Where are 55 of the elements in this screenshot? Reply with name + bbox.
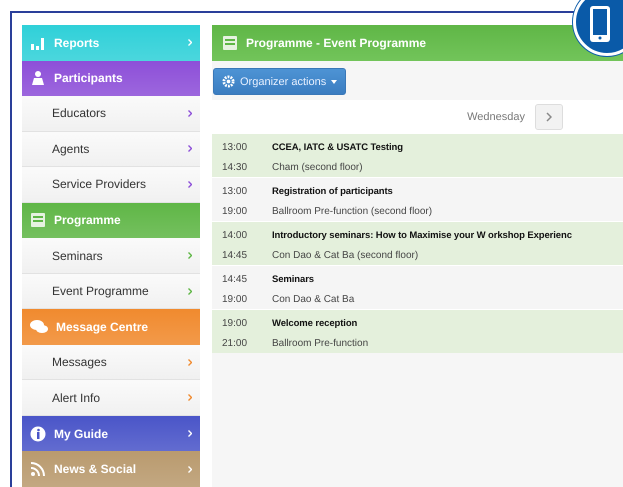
end-time: 21:00 — [222, 338, 248, 350]
event-row[interactable]: 13:00 CCEA, IATC & USATC Testing 14:30 Cham (second floor) — [212, 133, 623, 177]
sidebar-section[interactable]: My Guide — [22, 416, 200, 452]
event-title: CCEA, IATC & USATC Testing — [272, 142, 404, 153]
start-time: 19:00 — [222, 318, 248, 329]
event-title: Welcome reception — [272, 318, 358, 329]
gear-icon — [222, 75, 235, 88]
sidebar-item[interactable]: Seminars — [22, 238, 200, 274]
caret-icon — [331, 80, 338, 84]
chevron-icon — [188, 110, 192, 117]
day-label: Wednesday — [467, 110, 525, 122]
sidebar-item[interactable]: Alert Info — [22, 380, 200, 416]
info-icon — [30, 426, 46, 442]
sidebar-item[interactable]: Educators — [22, 96, 200, 132]
chevron-icon — [188, 288, 192, 295]
sidebar-item[interactable]: Agents — [22, 132, 200, 168]
sidebar-item[interactable]: Service Providers — [22, 167, 200, 203]
sidebar-section[interactable]: Participants — [22, 60, 200, 96]
chevron-icon — [188, 466, 192, 473]
sidebar-item[interactable]: Event Programme — [22, 274, 200, 310]
event-title: Registration of participants — [272, 186, 394, 197]
event-location: Con Dao & Cat Ba (second floor) — [272, 250, 420, 262]
person-icon — [30, 70, 46, 86]
chevron-icon — [188, 145, 192, 152]
event-location: Ballroom Pre-function (second floor) — [272, 206, 434, 218]
chevron-icon — [546, 112, 552, 122]
list-icon — [30, 212, 46, 228]
chevron-icon — [188, 252, 192, 259]
list-icon — [222, 35, 238, 51]
event-row[interactable]: 19:00 Welcome reception 21:00 Ballroom Pre-function — [212, 309, 623, 353]
event-location: Cham (second floor) — [272, 162, 364, 174]
event-location: Ballroom Pre-function — [272, 338, 370, 350]
panel-title: Programme - Event Programme — [246, 36, 426, 50]
start-time: 13:00 — [222, 186, 248, 197]
start-time: 13:00 — [222, 142, 248, 153]
rss-icon — [30, 461, 46, 478]
chevron-icon — [188, 358, 192, 366]
chevron-icon — [188, 394, 192, 402]
event-location: Con Dao & Cat Ba — [272, 294, 356, 306]
phone-icon — [589, 5, 611, 43]
chat-bubbles-icon — [30, 319, 48, 336]
end-time: 19:00 — [222, 206, 248, 218]
event-row[interactable]: 14:00 Introductory seminars: How to Maximise your W orkshop Experienc 14:45 Con Dao & Cat Ba (second floor) — [212, 221, 623, 265]
chevron-icon — [188, 39, 192, 46]
end-time: 14:45 — [222, 250, 248, 262]
start-time: 14:45 — [222, 274, 248, 285]
sidebar-item[interactable]: Messages — [22, 344, 200, 380]
event-title: Introductory seminars: How to Maximise your W orkshop Experienc — [272, 230, 573, 241]
end-time: 14:30 — [222, 162, 248, 174]
chevron-icon — [188, 180, 192, 188]
end-time: 19:00 — [222, 294, 248, 306]
chevron-icon — [188, 430, 192, 438]
start-time: 14:00 — [222, 230, 248, 241]
next-day-button[interactable] — [535, 104, 563, 130]
event-title: Seminars — [272, 274, 315, 285]
